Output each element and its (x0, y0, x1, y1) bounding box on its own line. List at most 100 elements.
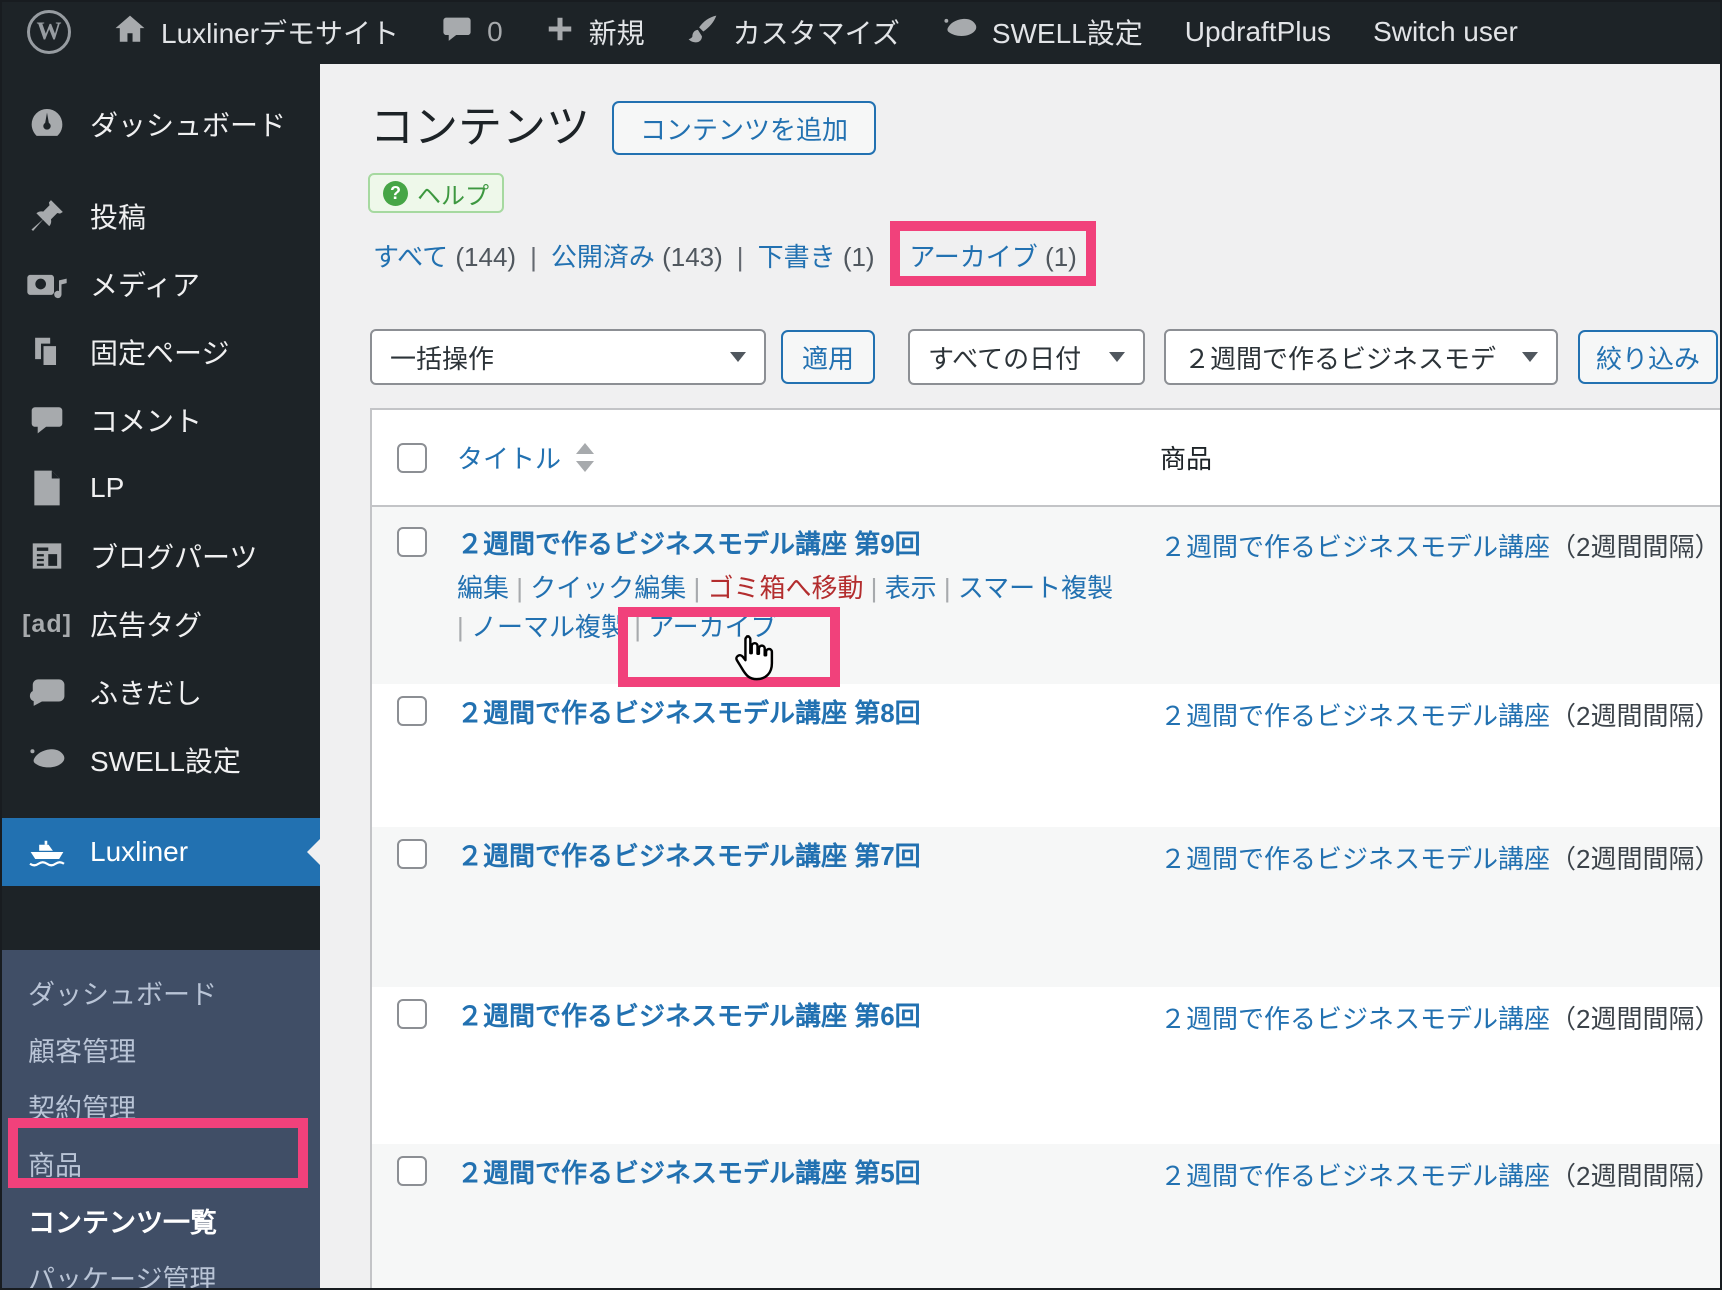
row-product-suffix: （2週間間隔） (1550, 1004, 1721, 1034)
sidebar-item-luxliner[interactable]: Luxliner (0, 818, 320, 886)
submenu-item-customers[interactable]: 顧客管理 (0, 1021, 320, 1078)
row-title-link[interactable]: ２週間で作るビジネスモデル講座 第9回 (457, 527, 921, 561)
sidebar-item-swell-settings[interactable]: SWELL設定 (0, 726, 320, 794)
sidebar-item-label: 固定ページ (90, 338, 230, 369)
sidebar-item-media[interactable]: メディア (0, 250, 320, 318)
help-label: ヘルプ (417, 182, 489, 210)
submenu-item-products[interactable]: 商品 (0, 1135, 320, 1192)
row-action-edit[interactable]: 編集 (457, 573, 509, 603)
filter-all-count: (144) (455, 242, 517, 272)
comment-bubble-icon (26, 402, 68, 438)
row-action-normal-duplicate[interactable]: ノーマル複製 (471, 612, 627, 642)
sidebar-item-blog-parts[interactable]: ブログパーツ (0, 522, 320, 590)
contents-list-table: タイトル 商品 ２週間で作るビジネスモデル講座 第9回 編集 | クイック編集 … (370, 408, 1722, 1290)
submenu-item-packages[interactable]: パッケージ管理 (0, 1249, 320, 1290)
site-link[interactable]: Luxlinerデモサイト (92, 0, 420, 64)
row-action-trash[interactable]: ゴミ箱へ移動 (707, 573, 863, 603)
comments-shortcut[interactable]: 0 (420, 0, 524, 64)
filter-published-link[interactable]: 公開済み (551, 242, 655, 272)
sort-icon (576, 443, 595, 472)
filter-draft[interactable]: 下書き (1) (758, 242, 875, 272)
row-title-link[interactable]: ２週間で作るビジネスモデル講座 第6回 (457, 999, 921, 1033)
submenu-label: 契約管理 (28, 1094, 136, 1124)
filter-published[interactable]: 公開済み (143) (551, 242, 723, 272)
row-action-view[interactable]: 表示 (885, 573, 937, 603)
filter-separator: | (530, 242, 537, 272)
site-name: Luxlinerデモサイト (161, 18, 400, 49)
row-title-link[interactable]: ２週間で作るビジネスモデル講座 第5回 (457, 1156, 921, 1190)
submenu-item-contents-list[interactable]: コンテンツ一覧 (0, 1192, 320, 1249)
bulk-action-value: 一括操作 (390, 343, 495, 374)
row-checkbox[interactable] (397, 999, 427, 1029)
action-separator: | (686, 573, 708, 603)
row-product-link[interactable]: ２週間で作るビジネスモデル講座 (1160, 1004, 1550, 1034)
sidebar-item-label: ダッシュボード (90, 110, 287, 141)
row-product-link[interactable]: ２週間で作るビジネスモデル講座 (1160, 532, 1550, 562)
filter-button[interactable]: 絞り込み (1578, 330, 1718, 384)
row-action-archive[interactable]: アーカイブ (648, 612, 776, 642)
filter-all[interactable]: すべて (144) (373, 242, 516, 272)
filter-all-link[interactable]: すべて (373, 242, 448, 272)
sidebar-item-speech-balloon[interactable]: ふきだし (0, 658, 320, 726)
help-button[interactable]: ? ヘルプ (368, 173, 504, 213)
sidebar-item-comments[interactable]: コメント (0, 386, 320, 454)
new-content-menu[interactable]: 新規 (524, 0, 666, 64)
sidebar-item-pages[interactable]: 固定ページ (0, 318, 320, 386)
row-product-suffix: （2週間間隔） (1550, 701, 1721, 731)
submenu-label: 商品 (28, 1151, 82, 1181)
filter-archive[interactable]: アーカイブ (1) (909, 242, 1076, 272)
filter-archive-link[interactable]: アーカイブ (909, 242, 1037, 272)
speech-balloon-icon (26, 677, 68, 707)
add-content-button[interactable]: コンテンツを追加 (612, 101, 877, 155)
row-product-link[interactable]: ２週間で作るビジネスモデル講座 (1160, 844, 1550, 874)
sidebar-item-dashboard[interactable]: ダッシュボード (0, 92, 320, 156)
sidebar-item-posts[interactable]: 投稿 (0, 182, 320, 250)
date-filter-select[interactable]: すべての日付 (908, 329, 1145, 385)
apply-button[interactable]: 適用 (781, 330, 875, 384)
sidebar-item-label: ブログパーツ (90, 542, 258, 573)
row-action-smart-duplicate[interactable]: スマート複製 (958, 573, 1113, 603)
submenu-label: 顧客管理 (28, 1037, 136, 1067)
submenu-label: ダッシュボード (28, 980, 217, 1010)
chevron-down-icon (1522, 352, 1538, 362)
filter-draft-link[interactable]: 下書き (758, 242, 836, 272)
sidebar-item-ad-tags[interactable]: [ad] 広告タグ (0, 590, 320, 658)
pages-icon (26, 333, 68, 371)
submenu-item-contracts[interactable]: 契約管理 (0, 1078, 320, 1135)
row-checkbox[interactable] (397, 1156, 427, 1186)
row-checkbox[interactable] (397, 839, 427, 869)
row-checkbox[interactable] (397, 696, 427, 726)
wordpress-admin-page: W Luxlinerデモサイト 0 新規 カスタマイズ SWELL設定 Updr… (0, 0, 1722, 1290)
customize-link[interactable]: カスタマイズ (666, 0, 921, 64)
table-header: タイトル 商品 (372, 410, 1722, 507)
select-all-checkbox[interactable] (397, 442, 427, 473)
wordpress-menu[interactable]: W (6, 0, 92, 64)
row-title-link[interactable]: ２週間で作るビジネスモデル講座 第8回 (457, 696, 921, 730)
comment-count: 0 (487, 16, 503, 47)
bulk-action-select[interactable]: 一括操作 (370, 329, 766, 385)
chevron-down-icon (1109, 352, 1125, 362)
sidebar-item-lp[interactable]: LP (0, 454, 320, 522)
main-content: コンテンツ コンテンツを追加 ? ヘルプ すべて (144) | 公開済み (143… (320, 64, 1722, 1290)
action-separator: | (457, 612, 471, 642)
lp-document-icon (26, 469, 68, 507)
plus-icon (545, 14, 575, 51)
admin-bar: W Luxlinerデモサイト 0 新規 カスタマイズ SWELL設定 Updr… (0, 0, 1722, 64)
status-filters: すべて (144) | 公開済み (143) | 下書き (1) | アーカイブ (1) (373, 240, 1077, 274)
switch-user-menu[interactable]: Switch user (1352, 0, 1539, 64)
row-title-link[interactable]: ２週間で作るビジネスモデル講座 第7回 (457, 839, 921, 873)
column-title-sort[interactable]: タイトル (457, 439, 595, 476)
row-action-quick-edit[interactable]: クイック編集 (530, 573, 686, 603)
swell-settings-shortcut[interactable]: SWELL設定 (921, 0, 1164, 64)
submenu-item-dashboard[interactable]: ダッシュボード (0, 964, 320, 1021)
new-label: 新規 (588, 18, 645, 49)
updraftplus-menu[interactable]: UpdraftPlus (1164, 0, 1352, 64)
comments-bubble-icon (441, 13, 473, 52)
updraft-label: UpdraftPlus (1184, 16, 1332, 47)
column-product-label: 商品 (1160, 444, 1213, 474)
action-separator: | (863, 573, 885, 603)
course-filter-select[interactable]: ２週間で作るビジネスモデ (1164, 329, 1558, 385)
row-product-link[interactable]: ２週間で作るビジネスモデル講座 (1160, 701, 1550, 731)
row-checkbox[interactable] (397, 527, 427, 557)
row-product-link[interactable]: ２週間で作るビジネスモデル講座 (1160, 1161, 1550, 1191)
